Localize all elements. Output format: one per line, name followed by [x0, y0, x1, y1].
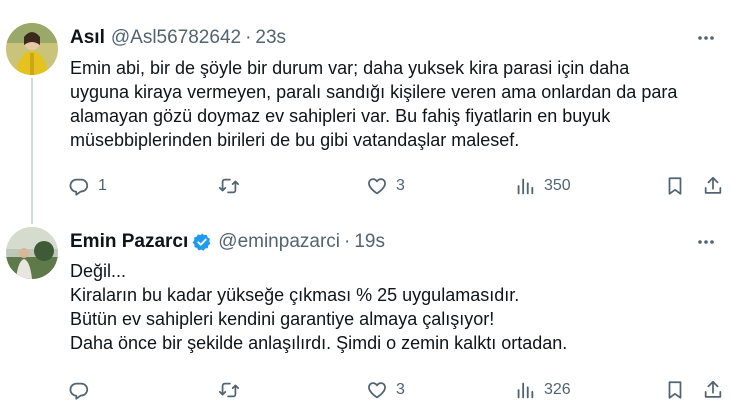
- like-count: 3: [396, 381, 405, 398]
- reply-button[interactable]: [68, 378, 98, 402]
- tweet[interactable]: Emin Pazarcı @eminpazarci · 19s Değil...…: [0, 222, 730, 420]
- thread-connector: [31, 78, 33, 224]
- tweet-text-line: alamayan gözü doymaz ev sahipleri var. B…: [70, 106, 611, 126]
- tweet[interactable]: Asıl @Asl56782642 · 23s Emin abi, bir de…: [0, 0, 730, 224]
- share-button[interactable]: [702, 174, 724, 198]
- like-icon: [368, 178, 386, 195]
- retweet-button[interactable]: [218, 378, 248, 402]
- reply-icon: [69, 382, 89, 400]
- tweet-text-line: Kiraların bu kadar yükseğe çıkması % 25 …: [70, 285, 520, 305]
- like-count: 3: [396, 177, 405, 194]
- share-button[interactable]: [702, 378, 724, 402]
- views-icon: [517, 178, 534, 195]
- display-name[interactable]: Asıl: [70, 27, 105, 49]
- share-icon: [704, 176, 722, 194]
- views-button[interactable]: 326: [514, 378, 571, 402]
- like-button[interactable]: 3: [366, 378, 405, 402]
- more-icon: [698, 240, 714, 244]
- tweet-text-line: Emin abi, bir de şöyle bir durum var; da…: [70, 58, 630, 78]
- avatar[interactable]: [6, 23, 58, 75]
- user-handle[interactable]: @Asl56782642: [111, 27, 241, 49]
- retweet-icon: [218, 382, 240, 398]
- view-count: 326: [544, 381, 571, 398]
- bookmark-icon: [668, 381, 682, 399]
- share-icon: [704, 380, 722, 398]
- tweet-text-line: Değil...: [70, 261, 127, 281]
- tweet-text-line: Bütün ev sahipleri kendini garantiye alm…: [70, 309, 495, 329]
- retweet-icon: [218, 178, 240, 194]
- tweet-text: Emin abi, bir de şöyle bir durum var; da…: [70, 56, 720, 152]
- timestamp[interactable]: 19s: [354, 231, 385, 253]
- views-button[interactable]: 350: [514, 174, 571, 198]
- bookmark-icon: [668, 177, 682, 195]
- tweet-header: Asıl @Asl56782642 · 23s: [70, 26, 286, 50]
- reply-count: 1: [98, 177, 107, 194]
- user-handle[interactable]: @eminpazarci: [218, 231, 340, 253]
- bookmark-button[interactable]: [664, 174, 686, 198]
- separator-dot: ·: [245, 27, 252, 48]
- retweet-button[interactable]: [218, 174, 248, 198]
- views-icon: [517, 382, 534, 399]
- tweet-text-line: Daha önce bir şekilde anlaşılırdı. Şimdi…: [70, 333, 568, 353]
- display-name[interactable]: Emin Pazarcı: [70, 231, 188, 253]
- separator-dot: ·: [344, 231, 351, 252]
- reply-button[interactable]: 1: [68, 174, 107, 198]
- like-button[interactable]: 3: [366, 174, 405, 198]
- tweet-header: Emin Pazarcı @eminpazarci · 19s: [70, 230, 385, 254]
- action-bar: 1 3 350: [68, 174, 722, 198]
- avatar[interactable]: [6, 227, 58, 279]
- like-icon: [368, 382, 386, 399]
- action-bar: 3 326: [68, 378, 722, 402]
- more-options-button[interactable]: [694, 26, 718, 50]
- more-options-button[interactable]: [694, 230, 718, 254]
- more-icon: [698, 36, 714, 40]
- tweet-text: Değil... Kiraların bu kadar yükseğe çıkm…: [70, 259, 720, 355]
- reply-icon: [69, 178, 89, 196]
- view-count: 350: [544, 177, 571, 194]
- bookmark-button[interactable]: [664, 378, 686, 402]
- verified-icon: [192, 233, 211, 251]
- tweet-text-line: uyguna kiraya vermeyen, paralı sandığı k…: [70, 82, 678, 102]
- timestamp[interactable]: 23s: [255, 27, 286, 49]
- tweet-text-line: müsebbiplerinden birileri de bu gibi vat…: [70, 130, 520, 150]
